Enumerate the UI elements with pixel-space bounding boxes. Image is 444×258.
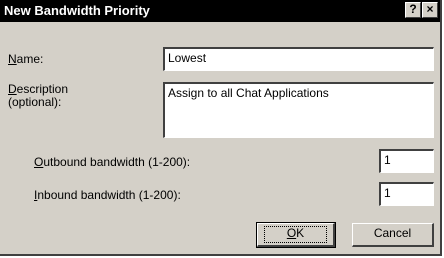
outbound-bandwidth-label: Outbound bandwidth (1-200): — [34, 155, 191, 169]
name-input[interactable]: Lowest — [163, 47, 434, 71]
ok-button[interactable]: OK — [256, 222, 336, 248]
description-label-optional: (optional): — [8, 95, 62, 109]
new-bandwidth-priority-dialog: New Bandwidth Priority ? × Name: Lowest … — [0, 0, 442, 256]
inbound-bandwidth-label: Inbound bandwidth (1-200): — [34, 188, 181, 202]
description-textarea[interactable]: Assign to all Chat Applications — [163, 82, 434, 138]
close-icon[interactable]: × — [422, 2, 438, 18]
outbound-bandwidth-input[interactable]: 1 — [379, 149, 434, 173]
window-title: New Bandwidth Priority — [4, 3, 150, 18]
name-label: Name: — [8, 52, 44, 66]
focus-rectangle — [264, 226, 327, 243]
description-label: Description — [8, 82, 69, 96]
title-bar[interactable]: New Bandwidth Priority ? × — [0, 0, 440, 22]
help-icon[interactable]: ? — [405, 2, 421, 18]
cancel-button[interactable]: Cancel — [352, 223, 434, 247]
inbound-bandwidth-input[interactable]: 1 — [379, 182, 434, 206]
